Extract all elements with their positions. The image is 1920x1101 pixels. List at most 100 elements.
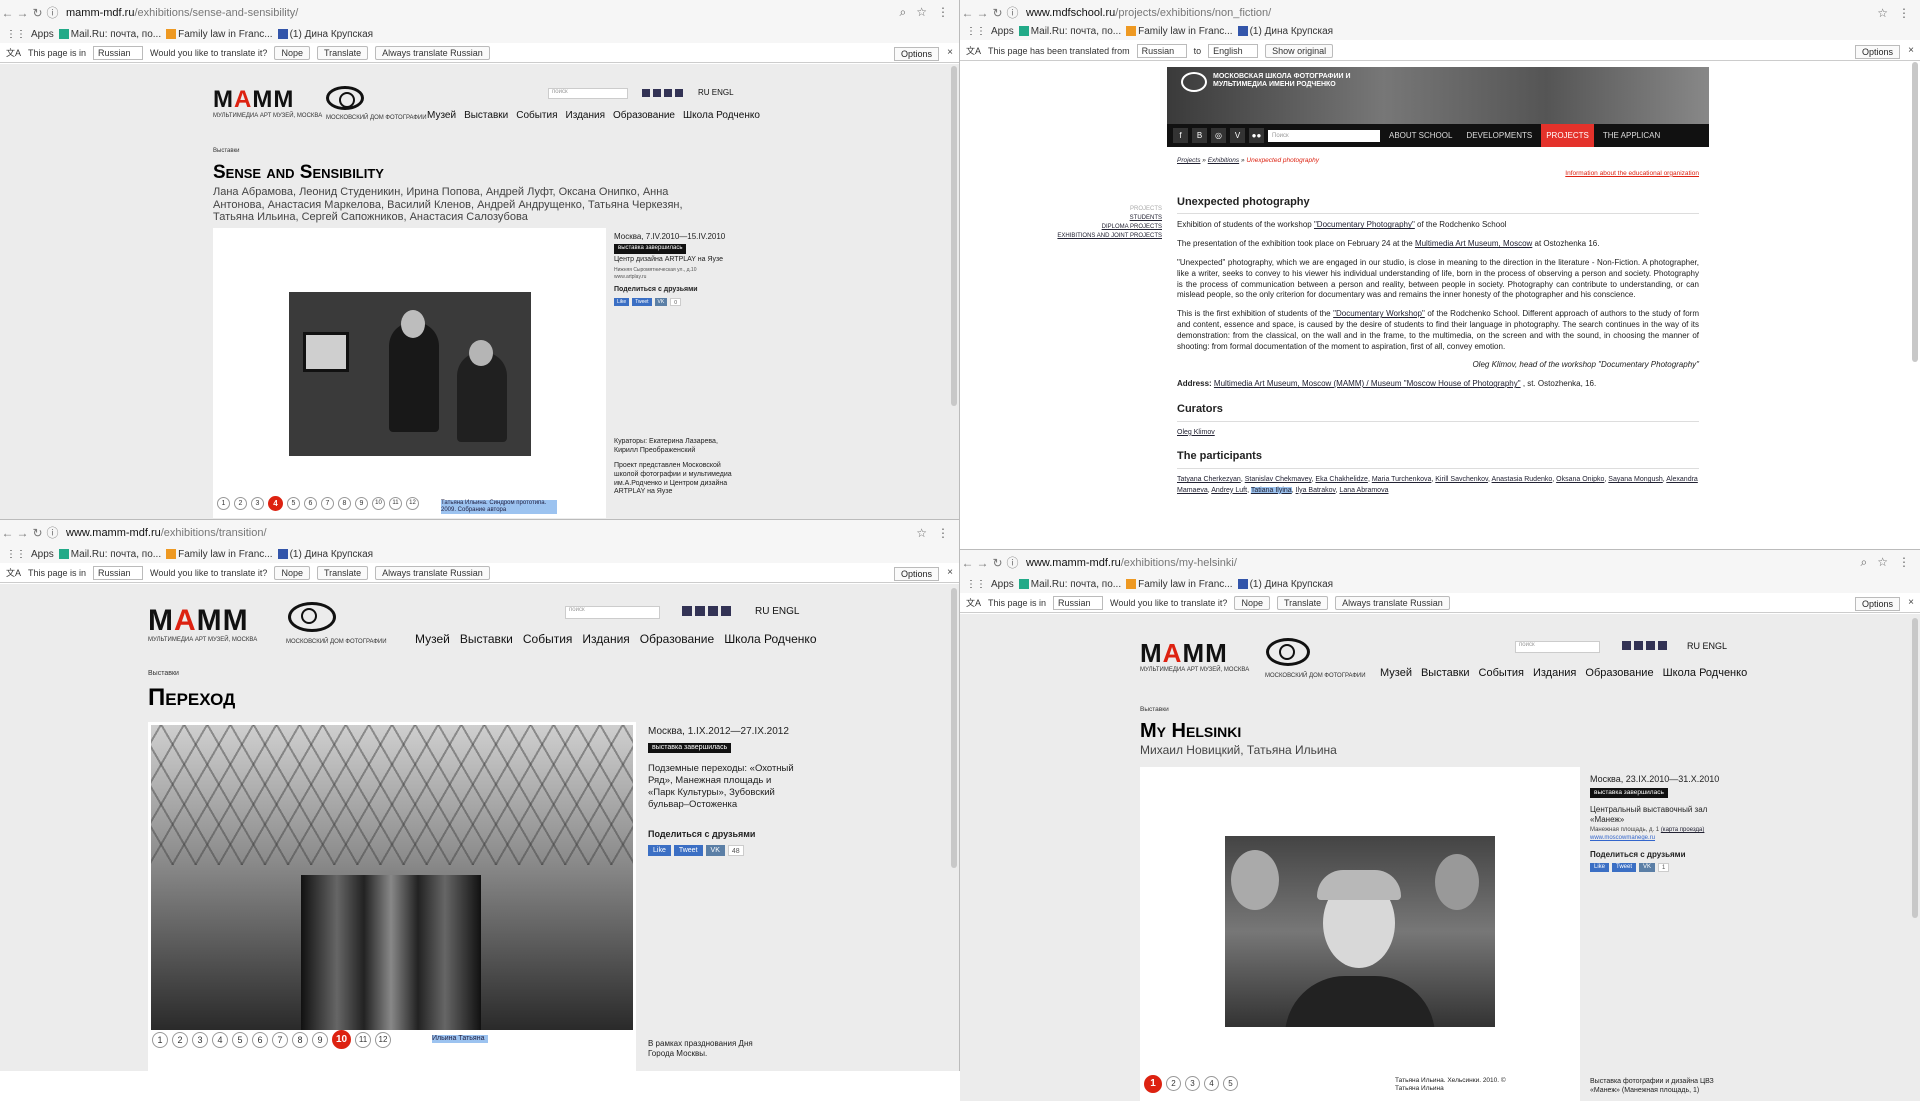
- vk-button[interactable]: VK: [705, 845, 725, 856]
- instagram-icon[interactable]: ◎: [1211, 128, 1226, 143]
- reload-icon[interactable]: ↻: [30, 6, 45, 20]
- page-5[interactable]: 5: [287, 497, 300, 510]
- menu-dots-icon[interactable]: ⋮: [937, 5, 949, 20]
- page-5[interactable]: 5: [232, 1032, 248, 1048]
- menu-exhibitions[interactable]: Выставки: [1421, 667, 1470, 679]
- crumb-projects[interactable]: Projects: [1177, 157, 1200, 164]
- participant-link[interactable]: Ilya Batrakov: [1296, 487, 1336, 494]
- menu-rodchenko-school[interactable]: Школа Родченко: [1663, 667, 1748, 679]
- participant-link[interactable]: Anastasia Rudenko: [1492, 476, 1553, 483]
- menu-museum[interactable]: Музей: [427, 110, 456, 121]
- page-9[interactable]: 9: [312, 1032, 328, 1048]
- camera-logo-icon[interactable]: [1181, 72, 1207, 92]
- bookmark-apps[interactable]: Apps: [31, 549, 54, 560]
- tweet-button[interactable]: Tweet: [673, 845, 703, 856]
- language-select[interactable]: Russian: [1053, 595, 1104, 610]
- page-12[interactable]: 12: [406, 497, 419, 510]
- lang-en[interactable]: ENGL: [772, 606, 799, 617]
- page-6[interactable]: 6: [304, 497, 317, 510]
- close-icon[interactable]: ×: [947, 567, 953, 578]
- to-language-select[interactable]: English: [1208, 43, 1259, 58]
- nope-button[interactable]: Nope: [1234, 595, 1270, 610]
- menu-dots-icon[interactable]: ⋮: [1898, 6, 1910, 20]
- page-2[interactable]: 2: [172, 1032, 188, 1048]
- search-input[interactable]: поиск: [1515, 641, 1600, 653]
- menu-museum[interactable]: Музей: [415, 632, 450, 646]
- bookmark-facebook[interactable]: (1) Дина Крупская: [277, 549, 373, 560]
- instagram-icon[interactable]: [675, 89, 683, 97]
- back-arrow-icon[interactable]: ←: [0, 6, 15, 20]
- lang-ru[interactable]: RU: [755, 606, 769, 617]
- menu-publications[interactable]: Издания: [1533, 667, 1576, 679]
- flickr-icon[interactable]: ●●: [1249, 128, 1264, 143]
- info-icon[interactable]: ⓘ: [1005, 554, 1020, 571]
- nav-applicant[interactable]: THE APPLICAN: [1598, 131, 1665, 140]
- participant-link[interactable]: Lana Abramova: [1339, 487, 1388, 494]
- facebook-icon[interactable]: f: [1173, 128, 1188, 143]
- bookmark-facebook[interactable]: (1) Дина Крупская: [277, 29, 373, 40]
- apps-icon[interactable]: ⋮⋮: [6, 29, 26, 40]
- apps-icon[interactable]: ⋮⋮: [966, 579, 986, 590]
- forward-arrow-icon[interactable]: →: [15, 6, 30, 20]
- instagram-icon[interactable]: [721, 606, 731, 616]
- bookmark-family[interactable]: Family law in Franc...: [166, 29, 273, 40]
- page-10-active[interactable]: 10: [332, 1030, 351, 1049]
- menu-events[interactable]: События: [516, 110, 557, 121]
- bookmark-facebook[interactable]: (1) Дина Крупская: [1237, 26, 1333, 37]
- always-translate-button[interactable]: Always translate Russian: [375, 45, 490, 60]
- apps-icon[interactable]: ⋮⋮: [966, 26, 986, 37]
- venue[interactable]: Центр дизайна ARTPLAY на Яузе: [614, 256, 734, 265]
- language-select[interactable]: Russian: [93, 45, 144, 60]
- venue[interactable]: Подземные переходы: «Охотный Ряд», Манеж…: [648, 763, 798, 811]
- participant-link[interactable]: Sayana Mongush: [1608, 476, 1662, 483]
- info-icon[interactable]: ⓘ: [45, 524, 60, 541]
- left-menu-diploma[interactable]: DIPLOMA PROJECTS: [1050, 223, 1162, 232]
- menu-education[interactable]: Образование: [640, 632, 714, 646]
- exhibition-photo[interactable]: [289, 292, 531, 456]
- participant-link[interactable]: Stanislav Chekmavey: [1245, 476, 1312, 483]
- mamm-logo[interactable]: MAMM МУЛЬТИМЕДИА АРТ МУЗЕЙ, МОСКВА: [1140, 640, 1249, 673]
- bookmark-mailru[interactable]: Mail.Ru: почта, по...: [58, 549, 161, 560]
- bookmark-family[interactable]: Family law in Franc...: [166, 549, 273, 560]
- menu-dots-icon[interactable]: ⋮: [1898, 555, 1910, 570]
- facebook-icon[interactable]: [695, 606, 705, 616]
- facebook-icon[interactable]: [1622, 641, 1631, 650]
- bookmark-mailru[interactable]: Mail.Ru: почта, по...: [1018, 26, 1121, 37]
- menu-education[interactable]: Образование: [613, 110, 675, 121]
- crumb-exhibitions[interactable]: Exhibitions: [1208, 157, 1239, 164]
- translate-button[interactable]: Translate: [1276, 595, 1329, 610]
- always-translate-button[interactable]: Always translate Russian: [1335, 595, 1450, 610]
- scrollbar[interactable]: [951, 588, 957, 868]
- page-11[interactable]: 11: [389, 497, 402, 510]
- menu-events[interactable]: События: [1479, 667, 1524, 679]
- camera-logo-icon[interactable]: [288, 602, 336, 632]
- like-button[interactable]: Like: [614, 297, 630, 306]
- page-3[interactable]: 3: [192, 1032, 208, 1048]
- search-input[interactable]: поиск: [548, 88, 628, 99]
- lang-ru[interactable]: RU: [698, 88, 710, 97]
- twitter-icon[interactable]: [1646, 641, 1655, 650]
- url-field[interactable]: www.mamm-mdf.ru/exhibitions/my-helsinki/: [1026, 557, 1861, 569]
- forward-arrow-icon[interactable]: →: [975, 6, 990, 20]
- url-field[interactable]: www.mamm-mdf.ru/exhibitions/transition/: [66, 527, 916, 539]
- page-4-active[interactable]: 4: [268, 496, 283, 511]
- map-link[interactable]: (карта проезда): [1661, 827, 1705, 833]
- star-icon[interactable]: ☆: [916, 526, 927, 540]
- translate-button[interactable]: Translate: [316, 565, 369, 580]
- bookmark-family[interactable]: Family law in Franc...: [1126, 26, 1233, 37]
- bookmark-apps[interactable]: Apps: [991, 26, 1014, 37]
- search-icon[interactable]: ⌕: [900, 5, 907, 20]
- language-select[interactable]: Russian: [93, 565, 144, 580]
- page-9[interactable]: 9: [355, 497, 368, 510]
- mamm-logo[interactable]: MAMM МУЛЬТИМЕДИА АРТ МУЗЕЙ, МОСКВА: [148, 606, 257, 644]
- bookmark-apps[interactable]: Apps: [31, 29, 54, 40]
- page-7[interactable]: 7: [272, 1032, 288, 1048]
- nav-developments[interactable]: DEVELOPMENTS: [1461, 131, 1537, 140]
- workshop-link[interactable]: "Documentary Photography": [1314, 220, 1415, 229]
- close-icon[interactable]: ×: [1908, 45, 1914, 56]
- back-arrow-icon[interactable]: ←: [960, 556, 975, 570]
- options-button[interactable]: Options: [1854, 597, 1900, 611]
- tweet-button[interactable]: Tweet: [1612, 863, 1637, 873]
- bookmark-mailru[interactable]: Mail.Ru: почта, по...: [58, 29, 161, 40]
- back-arrow-icon[interactable]: ←: [960, 6, 975, 20]
